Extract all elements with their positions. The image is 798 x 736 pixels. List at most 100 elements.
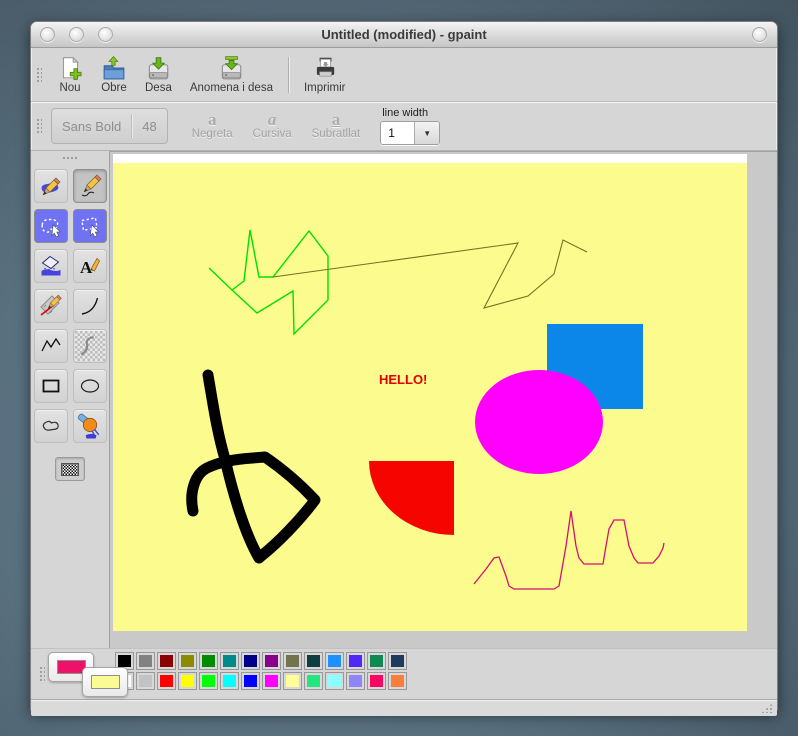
- palette-swatch[interactable]: [304, 672, 323, 690]
- palette-swatch[interactable]: [178, 672, 197, 690]
- print-button-label: Imprimir: [304, 82, 346, 94]
- pattern-selector-button[interactable]: [55, 457, 85, 481]
- palette-swatch[interactable]: [367, 652, 386, 670]
- save-as-button-label: Anomena i desa: [190, 82, 273, 94]
- curve-tool-button-disabled[interactable]: [73, 329, 107, 363]
- gpaint-window: Untitled (modified) - gpaint Nou Obre: [30, 21, 778, 712]
- new-button[interactable]: Nou: [48, 53, 92, 96]
- color-palette-bar: [31, 648, 777, 699]
- palette-swatch[interactable]: [304, 652, 323, 670]
- open-button[interactable]: Obre: [92, 53, 136, 96]
- format-toolbar: Sans Bold 48 a Negreta a Cursiva a Subra…: [31, 102, 777, 151]
- palette-swatch[interactable]: [220, 652, 239, 670]
- tool-grid: A: [31, 169, 109, 443]
- line-width-value[interactable]: 1: [381, 122, 414, 144]
- titlebar[interactable]: Untitled (modified) - gpaint: [31, 22, 777, 48]
- save-drive-icon: [145, 55, 171, 81]
- canvas-image[interactable]: HELLO!: [113, 154, 747, 631]
- pencil-icon: [78, 174, 102, 198]
- tool-palette-grip[interactable]: [62, 156, 78, 161]
- line-width-dropdown-button[interactable]: ▼: [414, 122, 439, 144]
- pattern-checker-icon: [61, 463, 79, 476]
- line-width-combo[interactable]: 1 ▼: [380, 121, 440, 145]
- palette-swatch[interactable]: [241, 652, 260, 670]
- polyline-icon: [39, 334, 63, 358]
- palette-swatch[interactable]: [283, 672, 302, 690]
- rectangle-tool-button[interactable]: [34, 369, 68, 403]
- window-close-button[interactable]: [40, 27, 55, 42]
- rectangle-icon: [39, 374, 63, 398]
- airbrush-tool-button[interactable]: [73, 409, 107, 443]
- palette-swatch[interactable]: [136, 652, 155, 670]
- underline-button[interactable]: a Subratllat: [302, 111, 371, 141]
- save-button[interactable]: Desa: [136, 53, 181, 96]
- hello-text: HELLO!: [379, 372, 427, 387]
- palette-swatch[interactable]: [346, 672, 365, 690]
- palette-swatch[interactable]: [388, 652, 407, 670]
- ellipse-tool-button[interactable]: [73, 369, 107, 403]
- window-menu-button[interactable]: [752, 27, 767, 42]
- bold-button-label: Negreta: [192, 128, 233, 140]
- ellipse-icon: [78, 374, 102, 398]
- palette-swatch[interactable]: [367, 672, 386, 690]
- line-tool-button[interactable]: [34, 289, 68, 323]
- brush-tool-button[interactable]: [34, 169, 68, 203]
- resize-grip[interactable]: [761, 703, 773, 713]
- window-controls: [40, 27, 113, 42]
- palette-swatch[interactable]: [199, 672, 218, 690]
- polyline-tool-button[interactable]: [34, 329, 68, 363]
- palette-swatch[interactable]: [199, 652, 218, 670]
- palette-swatch[interactable]: [157, 672, 176, 690]
- italic-button[interactable]: a Cursiva: [243, 111, 302, 141]
- background-color-chip: [91, 675, 120, 689]
- arc-tool-button[interactable]: [73, 289, 107, 323]
- palette-swatch[interactable]: [325, 672, 344, 690]
- canvas-viewport[interactable]: HELLO!: [109, 151, 777, 648]
- palette-swatch[interactable]: [220, 672, 239, 690]
- palette-grip[interactable]: [39, 666, 45, 682]
- window-title: Untitled (modified) - gpaint: [31, 27, 777, 42]
- open-folder-icon: [101, 55, 127, 81]
- main-area: A: [31, 151, 777, 648]
- palette-swatch[interactable]: [283, 652, 302, 670]
- palette-row-2: [114, 671, 408, 691]
- palette-swatch[interactable]: [388, 672, 407, 690]
- brush-icon: [39, 174, 63, 198]
- font-button[interactable]: Sans Bold 48: [51, 108, 168, 144]
- airbrush-icon: [77, 413, 103, 439]
- palette-swatch[interactable]: [262, 672, 281, 690]
- pencil-tool-button[interactable]: [73, 169, 107, 203]
- save-button-label: Desa: [145, 82, 172, 94]
- line-tool-icon: [39, 294, 63, 318]
- palette-row-1: [114, 651, 408, 671]
- format-toolbar-grip[interactable]: [36, 118, 42, 134]
- curve-disabled-icon: [75, 331, 105, 361]
- text-tool-button[interactable]: A: [73, 249, 107, 283]
- save-as-drive-icon: [218, 55, 244, 81]
- print-button[interactable]: Imprimir: [295, 53, 355, 96]
- palette-swatch[interactable]: [325, 652, 344, 670]
- freehand-shape-icon: [39, 414, 63, 438]
- eraser-fill-tool-button[interactable]: [34, 249, 68, 283]
- tool-palette: A: [31, 151, 109, 648]
- palette-swatch[interactable]: [136, 672, 155, 690]
- arc-icon: [78, 294, 102, 318]
- palette-swatch[interactable]: [157, 652, 176, 670]
- line-width-group: line width 1 ▼: [380, 107, 440, 145]
- main-toolbar: Nou Obre Desa: [31, 48, 777, 102]
- palette-swatch[interactable]: [178, 652, 197, 670]
- background-color-button[interactable]: [82, 667, 128, 697]
- window-minimize-button[interactable]: [69, 27, 84, 42]
- lasso-select-tool-button[interactable]: [34, 209, 68, 243]
- font-button-divider: [131, 114, 132, 138]
- lasso-select-icon: [38, 213, 64, 239]
- palette-swatch[interactable]: [346, 652, 365, 670]
- palette-swatch[interactable]: [262, 652, 281, 670]
- toolbar-grip[interactable]: [36, 67, 42, 83]
- palette-swatch[interactable]: [241, 672, 260, 690]
- window-maximize-button[interactable]: [98, 27, 113, 42]
- freehand-shape-tool-button[interactable]: [34, 409, 68, 443]
- save-as-button[interactable]: Anomena i desa: [181, 53, 282, 96]
- bold-button[interactable]: a Negreta: [182, 111, 243, 141]
- rect-select-tool-button[interactable]: [73, 209, 107, 243]
